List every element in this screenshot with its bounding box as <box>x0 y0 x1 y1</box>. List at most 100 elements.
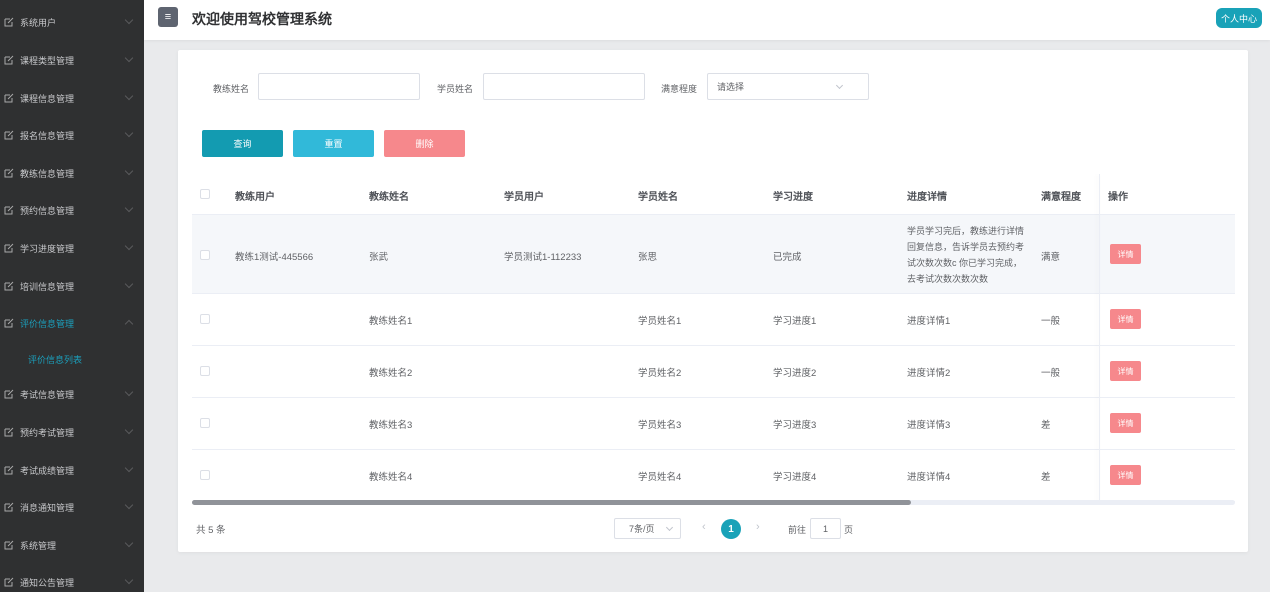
sidebar-item-messages[interactable]: 消息通知管理 <box>0 497 144 517</box>
cell-progress-detail: 进度详情4 <box>907 472 951 483</box>
sidebar-item-evaluations[interactable]: 评价信息管理 <box>0 313 144 333</box>
profile-button[interactable]: 个人中心 <box>1216 8 1262 28</box>
prev-page-button[interactable]: ‹ <box>702 521 706 533</box>
cell-student-name: 学员姓名3 <box>638 420 682 431</box>
sidebar-item-system[interactable]: 系统管理 <box>0 535 144 555</box>
submenu-item-evaluation-list[interactable]: 评价信息列表 <box>0 349 144 369</box>
row-checkbox[interactable] <box>200 250 210 260</box>
chevron-down-icon <box>124 425 134 435</box>
goto-page-input[interactable]: 1 <box>810 518 841 539</box>
query-button[interactable]: 查询 <box>202 130 283 157</box>
edit-icon <box>3 539 15 551</box>
sidebar-item-exam-appointments[interactable]: 预约考试管理 <box>0 422 144 442</box>
sidebar-item-label: 预约信息管理 <box>20 205 75 216</box>
sidebar-item-training[interactable]: 培训信息管理 <box>0 276 144 296</box>
sidebar-item-exam-scores[interactable]: 考试成绩管理 <box>0 460 144 480</box>
detail-button[interactable]: 详情 <box>1110 361 1141 381</box>
horizontal-scrollbar-thumb[interactable] <box>192 500 911 505</box>
chevron-down-icon <box>124 387 134 397</box>
sidebar-item-label: 预约考试管理 <box>20 427 75 438</box>
cell-progress: 学习进度4 <box>773 472 817 483</box>
sidebar-item-course-types[interactable]: 课程类型管理 <box>0 50 144 70</box>
sidebar-item-label: 课程信息管理 <box>20 93 75 104</box>
select-all-checkbox[interactable] <box>200 189 210 199</box>
table-row[interactable]: 教练姓名3 学员姓名3 学习进度3 进度详情3 差 详情 <box>192 398 1235 450</box>
page-size-select[interactable]: 7条/页 <box>614 518 681 539</box>
sidebar-item-label: 系统用户 <box>20 17 57 28</box>
sidebar-item-courses[interactable]: 课程信息管理 <box>0 88 144 108</box>
sidebar-item-progress[interactable]: 学习进度管理 <box>0 238 144 258</box>
table-row[interactable]: 教练姓名4 学员姓名4 学习进度4 进度详情4 差 详情 <box>192 450 1235 502</box>
column-header: 操作 <box>1108 192 1128 203</box>
chevron-up-icon <box>124 319 134 329</box>
sidebar-item-label: 评价信息管理 <box>20 318 75 329</box>
page-number-current[interactable]: 1 <box>721 519 741 539</box>
chevron-down-icon <box>124 15 134 25</box>
table-row[interactable]: 教练姓名2 学员姓名2 学习进度2 进度详情2 一般 详情 <box>192 346 1235 398</box>
row-checkbox[interactable] <box>200 470 210 480</box>
detail-button[interactable]: 详情 <box>1110 465 1141 485</box>
edit-icon <box>3 464 15 476</box>
edit-icon <box>3 317 15 329</box>
chevron-down-icon <box>124 279 134 289</box>
cell-coach-user: 教练1测试-445566 <box>235 252 314 263</box>
chevron-down-icon <box>124 91 134 101</box>
next-page-button[interactable]: › <box>756 521 760 533</box>
reset-button[interactable]: 重置 <box>293 130 374 157</box>
student-name-input[interactable] <box>483 73 645 100</box>
column-header: 进度详情 <box>907 192 947 203</box>
delete-button[interactable]: 删除 <box>384 130 465 157</box>
total-count: 共 5 条 <box>196 525 226 536</box>
edit-icon <box>3 280 15 292</box>
cell-progress: 学习进度1 <box>773 316 817 327</box>
sidebar-item-announcements[interactable]: 通知公告管理 <box>0 572 144 592</box>
fixed-column-divider <box>1099 174 1100 505</box>
cell-coach-name: 教练姓名2 <box>369 368 413 379</box>
edit-icon <box>3 576 15 588</box>
edit-icon <box>3 388 15 400</box>
detail-button[interactable]: 详情 <box>1110 309 1141 329</box>
row-checkbox[interactable] <box>200 418 210 428</box>
sidebar-item-label: 考试成绩管理 <box>20 465 75 476</box>
chevron-down-icon <box>124 166 134 176</box>
chevron-down-icon <box>124 575 134 585</box>
sidebar-item-label: 消息通知管理 <box>20 502 75 513</box>
cell-coach-name: 教练姓名4 <box>369 472 413 483</box>
detail-button[interactable]: 详情 <box>1110 244 1141 264</box>
cell-progress-detail: 学员学习完后，教练进行详情回复信息，告诉学员去预约考试次数次数c 你已学习完成，… <box>907 226 1025 284</box>
row-checkbox[interactable] <box>200 314 210 324</box>
cell-coach-name: 张武 <box>369 252 389 263</box>
sidebar-item-system-users[interactable]: 系统用户 <box>0 12 144 32</box>
sidebar-item-registrations[interactable]: 报名信息管理 <box>0 125 144 145</box>
cell-satisfaction: 一般 <box>1041 368 1061 379</box>
sidebar-item-appointments[interactable]: 预约信息管理 <box>0 200 144 220</box>
satisfaction-select-value: 请选择 <box>717 82 745 92</box>
goto-suffix: 页 <box>844 525 854 535</box>
cell-student-name: 学员姓名4 <box>638 472 682 483</box>
coach-name-label: 教练姓名 <box>213 84 250 94</box>
table-row[interactable]: 教练姓名1 学员姓名1 学习进度1 进度详情1 一般 详情 <box>192 294 1235 346</box>
detail-button[interactable]: 详情 <box>1110 413 1141 433</box>
row-checkbox[interactable] <box>200 366 210 376</box>
sidebar-item-exams[interactable]: 考试信息管理 <box>0 384 144 404</box>
edit-icon <box>3 426 15 438</box>
chevron-down-icon <box>665 523 674 532</box>
sidebar-item-label: 教练信息管理 <box>20 168 75 179</box>
cell-satisfaction: 差 <box>1041 472 1051 483</box>
chevron-down-icon <box>835 81 844 90</box>
cell-progress-detail: 进度详情2 <box>907 368 951 379</box>
cell-progress-detail: 进度详情1 <box>907 316 951 327</box>
cell-coach-name: 教练姓名3 <box>369 420 413 431</box>
edit-icon <box>3 54 15 66</box>
table-row[interactable]: 教练1测试-445566 张武 学员测试1-112233 张思 已完成 学员学习… <box>192 215 1235 294</box>
coach-name-input[interactable] <box>258 73 420 100</box>
edit-icon <box>3 204 15 216</box>
satisfaction-select[interactable]: 请选择 <box>707 73 869 100</box>
cell-student-name: 学员姓名1 <box>638 316 682 327</box>
sidebar-item-coaches[interactable]: 教练信息管理 <box>0 163 144 183</box>
menu-toggle-button[interactable]: ≡ <box>158 7 178 27</box>
cell-progress-detail: 进度详情3 <box>907 420 951 431</box>
cell-satisfaction: 差 <box>1041 420 1051 431</box>
chevron-down-icon <box>124 203 134 213</box>
sidebar-item-label: 通知公告管理 <box>20 577 75 588</box>
